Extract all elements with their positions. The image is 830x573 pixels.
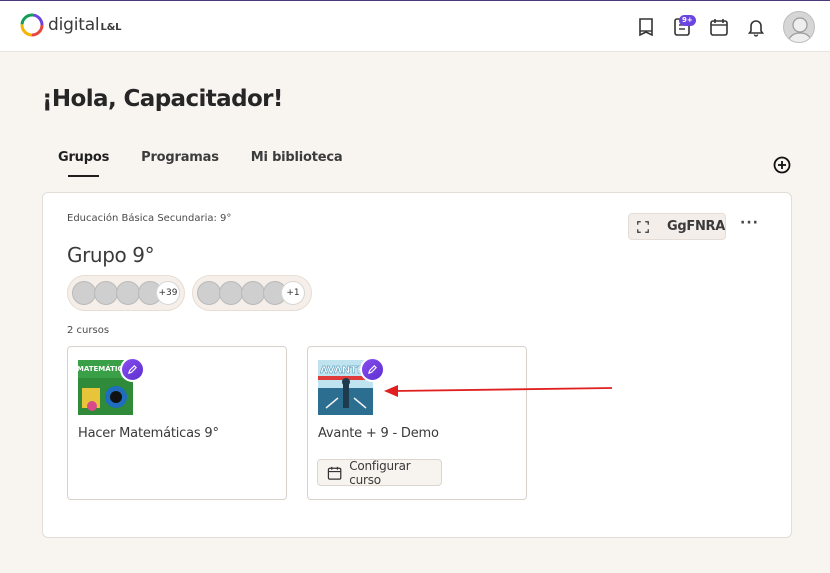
- teachers-avatars[interactable]: +1: [192, 275, 312, 311]
- tab-mi-biblioteca[interactable]: Mi biblioteca: [251, 150, 343, 171]
- more-options-icon[interactable]: ···: [740, 215, 759, 231]
- calendar-icon: [327, 466, 342, 480]
- avatar: [72, 281, 96, 305]
- configure-course-label: Configurar curso: [349, 458, 411, 487]
- students-extra-count: +39: [156, 281, 180, 305]
- avatar: [241, 281, 265, 305]
- edit-course-button[interactable]: [120, 357, 145, 382]
- annotation-arrow: [384, 385, 613, 397]
- tab-grupos[interactable]: Grupos: [58, 150, 109, 177]
- brand-logo[interactable]: digitalL&L: [20, 13, 122, 37]
- group-code-button[interactable]: GgFNRA: [628, 213, 726, 240]
- notification-badge: 9+: [679, 15, 696, 26]
- course-cover-text: AVANTE: [320, 365, 364, 376]
- avatar: [197, 281, 221, 305]
- add-group-button[interactable]: [773, 156, 791, 174]
- logo-swirl-icon: [20, 13, 44, 37]
- teachers-extra-count: +1: [281, 281, 305, 305]
- avatar: [116, 281, 140, 305]
- avatar: [94, 281, 118, 305]
- bell-icon[interactable]: [746, 17, 766, 37]
- avatar: [219, 281, 243, 305]
- course-title[interactable]: Avante + 9 - Demo: [318, 426, 439, 441]
- tab-programas[interactable]: Programas: [141, 150, 219, 171]
- course-title[interactable]: Hacer Matemáticas 9°: [78, 426, 219, 441]
- pencil-icon: [367, 365, 377, 375]
- brand-name: digitalL&L: [48, 15, 122, 35]
- book-icon[interactable]: [636, 17, 656, 37]
- plus-circle-icon: [773, 156, 791, 174]
- group-code: GgFNRA: [666, 219, 725, 234]
- tab-bar: Grupos Programas Mi biblioteca: [58, 150, 375, 177]
- students-avatars[interactable]: +39: [67, 275, 185, 311]
- courses-count: 2 cursos: [67, 325, 110, 336]
- group-title[interactable]: Grupo 9°: [67, 243, 155, 267]
- course-card[interactable]: MATEMÁTICAS Hacer Matemáticas 9°: [67, 346, 287, 500]
- configure-course-button[interactable]: Configurar curso: [317, 458, 442, 487]
- course-card[interactable]: AVANTE Avante + 9 - Demo Configurar curs…: [307, 346, 527, 500]
- group-card: Educación Básica Secundaria: 9° Grupo 9°…: [42, 192, 792, 538]
- pencil-icon: [127, 365, 137, 375]
- group-level-label: Educación Básica Secundaria: 9°: [67, 213, 232, 224]
- calendar-icon[interactable]: [709, 17, 729, 37]
- scan-frame-icon: [637, 220, 649, 233]
- top-bar: digitalL&L 9+: [0, 0, 830, 52]
- page-title: ¡Hola, Capacitador!: [42, 86, 283, 112]
- user-avatar[interactable]: [783, 11, 815, 43]
